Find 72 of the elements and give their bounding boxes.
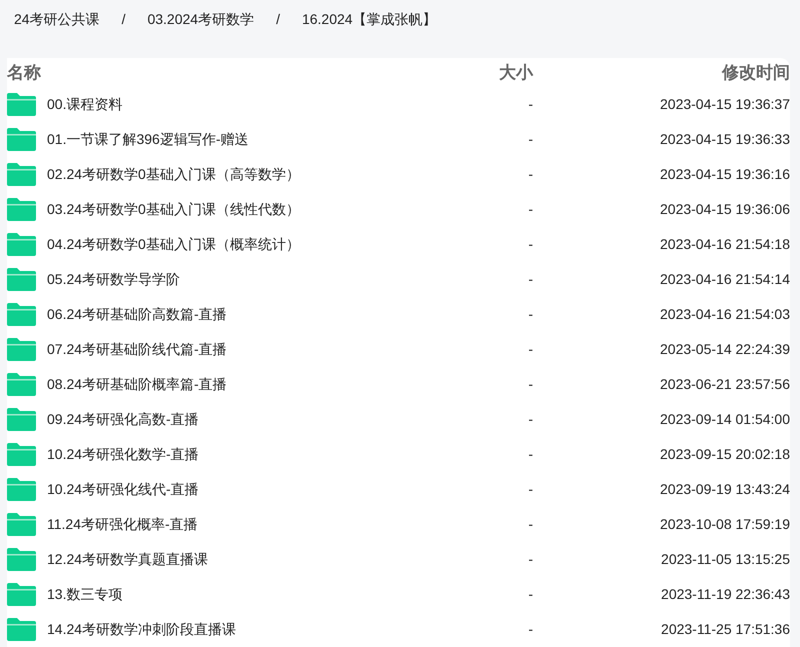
modified-time: 2023-04-16 21:54:03 xyxy=(660,306,790,322)
folder-icon xyxy=(7,303,36,326)
folder-icon xyxy=(7,618,36,641)
column-header: 大小 xyxy=(499,62,533,82)
folder-icon xyxy=(7,198,36,221)
folder-icon xyxy=(7,583,36,606)
folder-name[interactable]: 01.一节课了解396逻辑写作-赠送 xyxy=(47,131,248,147)
folder-name[interactable]: 10.24考研强化数学-直播 xyxy=(47,446,199,462)
size-cell: - xyxy=(528,166,533,182)
breadcrumb-link[interactable]: 24考研公共课 xyxy=(14,8,100,30)
size-cell: - xyxy=(528,586,533,602)
folder-icon xyxy=(7,233,36,256)
modified-time: 2023-04-15 19:36:37 xyxy=(660,96,790,112)
folder-name[interactable]: 10.24考研强化线代-直播 xyxy=(47,481,199,497)
modified-time: 2023-06-21 23:57:56 xyxy=(660,376,790,392)
modified-time: 2023-04-16 21:54:18 xyxy=(660,236,790,252)
breadcrumb-separator: / xyxy=(276,10,280,28)
size-cell: - xyxy=(528,411,533,427)
folder-name[interactable]: 13.数三专项 xyxy=(47,586,122,602)
modified-time: 2023-09-15 20:02:18 xyxy=(660,446,790,462)
folder-name[interactable]: 12.24考研数学真题直播课 xyxy=(47,551,208,567)
modified-time: 2023-09-14 01:54:00 xyxy=(660,411,790,427)
size-cell: - xyxy=(528,306,533,322)
folder-icon xyxy=(7,443,36,466)
modified-time: 2023-11-05 13:15:25 xyxy=(661,551,790,567)
folder-icon xyxy=(7,373,36,396)
folder-name[interactable]: 08.24考研基础阶概率篇-直播 xyxy=(47,376,227,392)
modified-time: 2023-10-08 17:59:19 xyxy=(660,516,790,532)
size-cell: - xyxy=(528,131,533,147)
size-cell: - xyxy=(528,551,533,567)
size-cell: - xyxy=(528,236,533,252)
size-cell: - xyxy=(528,481,533,497)
folder-icon xyxy=(7,338,36,361)
folder-icon xyxy=(7,478,36,501)
folder-name[interactable]: 00.课程资料 xyxy=(47,96,122,112)
folder-icon xyxy=(7,163,36,186)
folder-name[interactable]: 05.24考研数学导学阶 xyxy=(47,271,180,287)
size-cell: - xyxy=(528,516,533,532)
folder-icon xyxy=(7,548,36,571)
modified-time: 2023-04-15 19:36:33 xyxy=(660,131,790,147)
column-header: 名称 xyxy=(7,62,41,82)
folder-icon xyxy=(7,93,36,116)
modified-time: 2023-04-15 19:36:06 xyxy=(660,201,790,217)
modified-time: 2023-04-15 19:36:16 xyxy=(660,166,790,182)
modified-time: 2023-11-19 22:36:43 xyxy=(661,586,790,602)
size-cell: - xyxy=(528,446,533,462)
size-cell: - xyxy=(528,96,533,112)
folder-name[interactable]: 07.24考研基础阶线代篇-直播 xyxy=(47,341,227,357)
folder-name[interactable]: 04.24考研数学0基础入门课（概率统计） xyxy=(47,236,300,252)
size-cell: - xyxy=(528,621,533,637)
size-cell: - xyxy=(528,341,533,357)
column-header: 修改时间 xyxy=(722,62,790,82)
folder-name[interactable]: 09.24考研强化高数-直播 xyxy=(47,411,199,427)
size-cell: - xyxy=(528,271,533,287)
folder-icon xyxy=(7,408,36,431)
breadcrumb-link[interactable]: 03.2024考研数学 xyxy=(147,8,254,30)
folder-icon xyxy=(7,128,36,151)
folder-name[interactable]: 14.24考研数学冲刺阶段直播课 xyxy=(47,621,236,637)
modified-time: 2023-05-14 22:24:39 xyxy=(660,341,790,357)
modified-time: 2023-11-25 17:51:36 xyxy=(661,621,790,637)
breadcrumb-separator: / xyxy=(122,10,126,28)
folder-icon xyxy=(7,268,36,291)
folder-name[interactable]: 03.24考研数学0基础入门课（线性代数） xyxy=(47,201,300,217)
modified-time: 2023-09-19 13:43:24 xyxy=(660,481,790,497)
folder-icon xyxy=(7,513,36,536)
size-cell: - xyxy=(528,376,533,392)
breadcrumb-link[interactable]: 16.2024【掌成张帆】 xyxy=(302,8,437,30)
size-cell: - xyxy=(528,201,533,217)
folder-name[interactable]: 02.24考研数学0基础入门课（高等数学） xyxy=(47,166,300,182)
folder-name[interactable]: 11.24考研强化概率-直播 xyxy=(47,516,198,532)
folder-name[interactable]: 06.24考研基础阶高数篇-直播 xyxy=(47,306,227,322)
modified-time: 2023-04-16 21:54:14 xyxy=(660,271,790,287)
